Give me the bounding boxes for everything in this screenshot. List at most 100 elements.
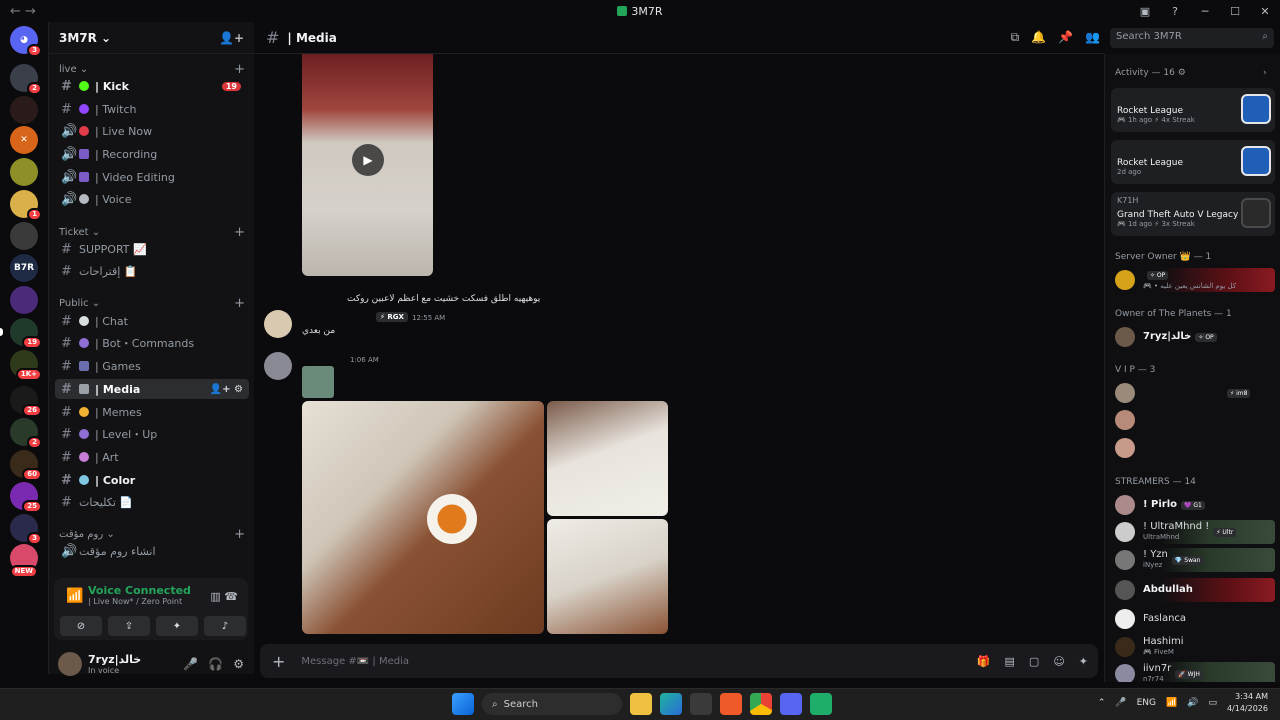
channel-level-up[interactable]: # | Level・Up <box>55 424 249 444</box>
server-icon[interactable]: 2 <box>10 64 42 95</box>
avatar[interactable] <box>58 652 82 676</box>
photo-espresso-tray[interactable] <box>547 519 668 634</box>
avatar[interactable] <box>264 310 292 338</box>
channel-art[interactable]: # | Art <box>55 447 249 467</box>
category-live[interactable]: live ⌄ + <box>59 62 245 77</box>
member-item[interactable]: ! Yzn iNyez 💎 Swan <box>1111 548 1275 572</box>
message-composer[interactable]: + Message #📼 | Media 🎁 ▤ ▢ ☺ ✦ <box>260 644 1098 678</box>
start-button[interactable] <box>452 693 474 715</box>
member-item[interactable]: Faslanca <box>1111 607 1275 631</box>
channel-color[interactable]: # | Color <box>55 470 249 490</box>
channel-games[interactable]: # | Games <box>55 356 249 376</box>
server-icon[interactable] <box>10 286 38 314</box>
server-icon[interactable]: 1K+ <box>10 350 42 381</box>
member-item[interactable]: iivn7r n7r74 🚀 WJH <box>1111 662 1275 682</box>
photo-espresso-cup[interactable] <box>547 401 668 516</box>
add-channel-icon[interactable]: + <box>234 527 245 542</box>
server-icon[interactable] <box>10 96 38 124</box>
threads-icon[interactable]: ⧉ <box>1011 30 1020 45</box>
sticker-image[interactable] <box>302 366 334 398</box>
server-icon[interactable]: 2 <box>10 418 42 449</box>
app-icon[interactable] <box>810 693 832 715</box>
chrome-icon[interactable] <box>750 693 772 715</box>
add-channel-icon[interactable]: + <box>234 296 245 311</box>
server-icon[interactable]: 26 <box>10 386 42 417</box>
emoji-icon[interactable]: ☺ <box>1053 655 1064 668</box>
channel-settings-icon[interactable]: 👤+ ⚙ <box>210 384 243 395</box>
soundboard-button[interactable]: ♪ <box>204 616 246 636</box>
channel-recording[interactable]: 🔊 | Recording <box>55 144 249 164</box>
gear-icon[interactable]: ⚙ <box>233 657 244 671</box>
search-input[interactable]: Search 3M7R ⌕ <box>1110 28 1274 48</box>
chevron-right-icon[interactable]: › <box>1263 68 1267 78</box>
reply-preview[interactable]: يوهيهيه اطلق فسكت خشيت مع اعظم لاعبين رو… <box>347 294 540 304</box>
channel-voice[interactable]: 🔊 | Voice <box>55 189 249 209</box>
server-header[interactable]: 3M7R ⌄ 👤+ <box>49 22 254 54</box>
maximize-button[interactable]: ☐ <box>1220 5 1250 18</box>
member-item[interactable]: Abdullah <box>1111 578 1275 602</box>
microphone-icon[interactable]: 🎤 <box>183 657 198 671</box>
activities-button[interactable]: ✦ <box>156 616 198 636</box>
message-input[interactable]: Message #📼 | Media <box>301 656 409 667</box>
chevron-up-icon[interactable]: ⌃ <box>1098 698 1106 708</box>
disconnect-icon[interactable]: ▥ ☎ <box>210 590 238 603</box>
server-icon[interactable]: ✕ <box>10 126 38 154</box>
member-item[interactable]: 7ryz|خالد ✧ OP <box>1111 325 1275 349</box>
channel-suggestions[interactable]: # إقتراحات 📋 <box>55 261 249 281</box>
sticker-icon[interactable]: ▢ <box>1029 655 1039 668</box>
member-item[interactable] <box>1111 408 1275 432</box>
activity-card[interactable]: Rocket League 2d ago <box>1111 140 1275 184</box>
microphone-icon[interactable]: 🎤 <box>1115 698 1126 708</box>
store-icon[interactable] <box>690 693 712 715</box>
bell-icon[interactable]: 🔔 <box>1031 30 1046 45</box>
screen-share-button[interactable]: ⇪ <box>108 616 150 636</box>
channel-media[interactable]: # | Media 👤+ ⚙ <box>55 379 249 399</box>
member-item[interactable]: ⚡ im8 <box>1111 381 1275 405</box>
close-button[interactable]: ✕ <box>1250 5 1280 18</box>
server-icon[interactable]: 60 <box>10 450 42 481</box>
server-icon[interactable]: 1 <box>10 190 42 221</box>
headphones-icon[interactable]: 🎧 <box>208 657 223 671</box>
add-attachment-icon[interactable]: + <box>272 652 285 671</box>
language-indicator[interactable]: ENG <box>1137 698 1156 708</box>
play-icon[interactable]: ▶ <box>352 144 384 176</box>
channel-memes[interactable]: # | Memes <box>55 402 249 422</box>
edge-icon[interactable] <box>660 693 682 715</box>
avatar[interactable] <box>264 352 292 380</box>
minimize-button[interactable]: ─ <box>1190 5 1220 18</box>
server-icon[interactable] <box>10 222 38 250</box>
member-item[interactable]: ! UltraMhnd ! UltraMhnd ⚡ Ultr <box>1111 520 1275 544</box>
home-button[interactable]: ◕ 3 <box>10 26 42 57</box>
member-item[interactable]: ✧ OP 🎮 • كل يوم الشانس يعين عليه <box>1111 268 1275 292</box>
battery-icon[interactable]: ▭ <box>1208 698 1217 708</box>
channel-live-now[interactable]: 🔊 | Live Now <box>55 121 249 141</box>
add-channel-icon[interactable]: + <box>234 225 245 240</box>
discord-icon[interactable] <box>780 693 802 715</box>
brave-icon[interactable] <box>720 693 742 715</box>
activity-header[interactable]: Activity — 16 ⚙ › <box>1115 68 1267 78</box>
server-icon[interactable]: 19 <box>0 318 42 349</box>
username[interactable]: 7ryz|خالد <box>88 653 141 666</box>
add-channel-icon[interactable]: + <box>234 62 245 77</box>
gif-icon[interactable]: ▤ <box>1005 655 1015 668</box>
file-explorer-icon[interactable] <box>630 693 652 715</box>
inbox-icon[interactable]: ▣ <box>1130 5 1160 18</box>
server-icon[interactable]: 3 <box>10 514 42 545</box>
taskbar-search[interactable]: ⌕ Search <box>482 693 622 715</box>
channel-support[interactable]: # SUPPORT 📈 <box>55 239 249 259</box>
member-item[interactable] <box>1111 436 1275 460</box>
channel-arabic-notes[interactable]: # تكليحات 📄 <box>55 492 249 512</box>
wifi-icon[interactable]: 📶 <box>1166 698 1177 708</box>
volume-icon[interactable]: 🔊 <box>1187 698 1198 708</box>
category-public[interactable]: Public ⌄ + <box>59 296 245 311</box>
server-icon[interactable]: 25 <box>10 482 42 513</box>
member-item[interactable]: ! Pirlo 💜 G1 <box>1111 493 1275 517</box>
channel-twitch[interactable]: # | Twitch <box>55 99 249 119</box>
apps-icon[interactable]: ✦ <box>1079 655 1088 668</box>
category-temp-room[interactable]: روم مؤقت ⌄ + <box>59 527 245 542</box>
photo-coffee-tray[interactable] <box>302 401 544 634</box>
channel-create-temp[interactable]: 🔊 انشاء روم مؤقت <box>55 541 249 561</box>
channel-video-editing[interactable]: 🔊 | Video Editing <box>55 167 249 187</box>
gift-icon[interactable]: 🎁 <box>977 655 991 668</box>
clock[interactable]: 3:34 AM 4/14/2026 <box>1227 691 1268 715</box>
